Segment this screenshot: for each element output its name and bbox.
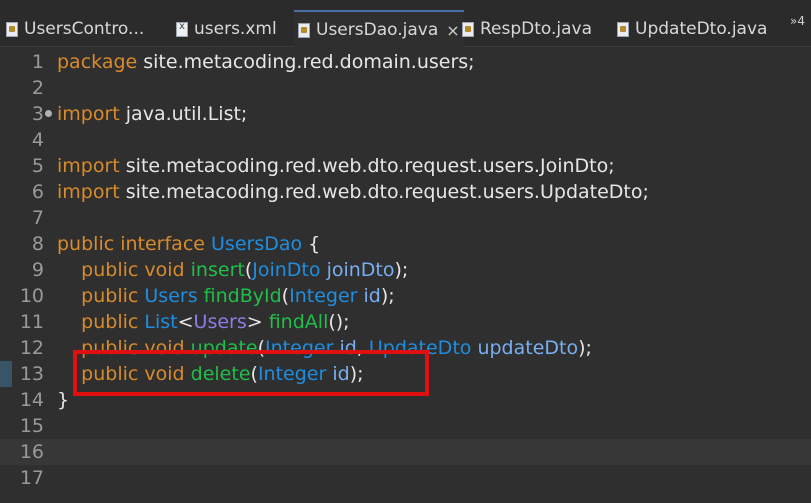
fold-marker-icon[interactable] [45,110,52,117]
interface-name: UsersDao [211,233,303,255]
tab-label: users.xml [194,19,277,39]
punctuation: ); [394,259,409,281]
java-file-icon [298,22,310,38]
punctuation: ); [380,285,395,307]
generic-type: Users [193,311,247,333]
line-number: 15 [19,415,44,437]
keyword: public [81,363,139,385]
import-path: site.metacoding.red.web.dto.request.user… [119,181,649,203]
keyword: public [57,233,115,255]
tab-overflow-indicator[interactable]: »4 [790,14,805,28]
line-number: 9 [31,259,44,281]
line-number: 17 [19,467,44,489]
line-number: 7 [31,207,44,229]
keyword: public [81,285,139,307]
param-type: Integer [257,363,327,385]
tab-respdto-java[interactable]: RespDto.java [462,12,592,46]
return-type: List [144,311,178,333]
code-line: 6 import site.metacoding.red.web.dto.req… [0,179,811,205]
punctuation: (); [328,311,350,333]
code-line: 5 import site.metacoding.red.web.dto.req… [0,153,811,179]
keyword: public [81,311,139,333]
import-path: site.metacoding.red.web.dto.request.user… [119,155,615,177]
tab-userscontroller[interactable]: UsersContro... [6,12,144,46]
java-file-icon [462,21,474,37]
code-line: 7 [0,205,811,231]
code-line: 1 package site.metacoding.red.domain.use… [0,49,811,75]
tab-updatedto-java[interactable]: UpdateDto.java [617,12,767,46]
line-number: 3 [31,103,44,125]
line-number: 14 [19,389,44,411]
line-number: 2 [31,77,44,99]
keyword: public [81,259,139,281]
method-name: update [190,337,258,359]
punctuation: { [302,233,321,255]
method-name: insert [190,259,245,281]
java-file-icon [617,21,629,37]
code-line: 4 [0,127,811,153]
param-name: id [332,363,350,385]
code-line-current: 16 [0,439,811,465]
import-path: java.util.List; [119,103,248,125]
keyword: void [144,363,185,385]
keyword: public [81,337,139,359]
line-number: 10 [19,285,44,307]
code-line: 12 public void update(Integer id, Update… [0,335,811,361]
line-number: 16 [19,441,44,463]
tab-users-xml[interactable]: users.xml [176,12,277,46]
method-name: findById [203,285,282,307]
editor-window: UsersContro... users.xml UsersDao.java ×… [0,0,811,503]
code-line: 11 public List<Users> findAll(); [0,309,811,335]
param-type: JoinDto [252,259,321,281]
line-number: 5 [31,155,44,177]
line-number: 11 [19,311,44,333]
param-name: updateDto [477,337,579,359]
keyword: void [144,259,185,281]
keyword: void [144,337,185,359]
code-line: 15 [0,413,811,439]
keyword: package [57,51,138,73]
punctuation: ); [578,337,592,359]
punctuation: } [57,389,70,411]
line-number: 6 [31,181,44,203]
close-icon[interactable]: × [446,21,459,40]
package-path: site.metacoding.red.domain.users; [137,51,475,73]
param-type: Integer [289,285,358,307]
return-type: Users [144,285,198,307]
param-name: joinDto [326,259,395,281]
param-name: id [363,285,381,307]
code-line: 2 [0,75,811,101]
code-line: 10 public Users findById(Integer id); [0,283,811,309]
method-name: delete [190,363,251,385]
punctuation: ); [349,363,364,385]
keyword: import [57,103,120,125]
editor-tab-bar: UsersContro... users.xml UsersDao.java ×… [0,0,811,48]
code-line: 8 public interface UsersDao { [0,231,811,257]
tab-label: UsersDao.java [316,20,439,40]
line-number: 4 [31,129,44,151]
method-name: findAll [268,311,329,333]
keyword: import [57,181,120,203]
tab-label: UsersContro... [24,19,145,39]
line-number: 1 [31,51,44,73]
tab-usersdao-java[interactable]: UsersDao.java × [294,10,464,48]
code-editor[interactable]: 1 package site.metacoding.red.domain.use… [0,47,811,503]
code-line: 9 public void insert(JoinDto joinDto); [0,257,811,283]
line-number: 8 [31,233,44,255]
keyword: interface [120,233,205,255]
line-number: 13 [19,363,44,385]
java-file-icon [6,21,18,37]
tab-label: RespDto.java [480,19,593,39]
code-line: 17 [0,465,811,491]
keyword: import [57,155,120,177]
code-line: 3 import java.util.List; [0,101,811,127]
line-number: 12 [19,337,44,359]
code-line: 14 } [0,387,811,413]
param-type: UpdateDto [368,337,472,359]
code-line: 13 public void delete(Integer id); [0,361,811,387]
param-type: Integer [265,337,334,359]
param-name: id [339,337,357,359]
tab-label: UpdateDto.java [635,19,768,39]
xml-file-icon [176,21,188,37]
